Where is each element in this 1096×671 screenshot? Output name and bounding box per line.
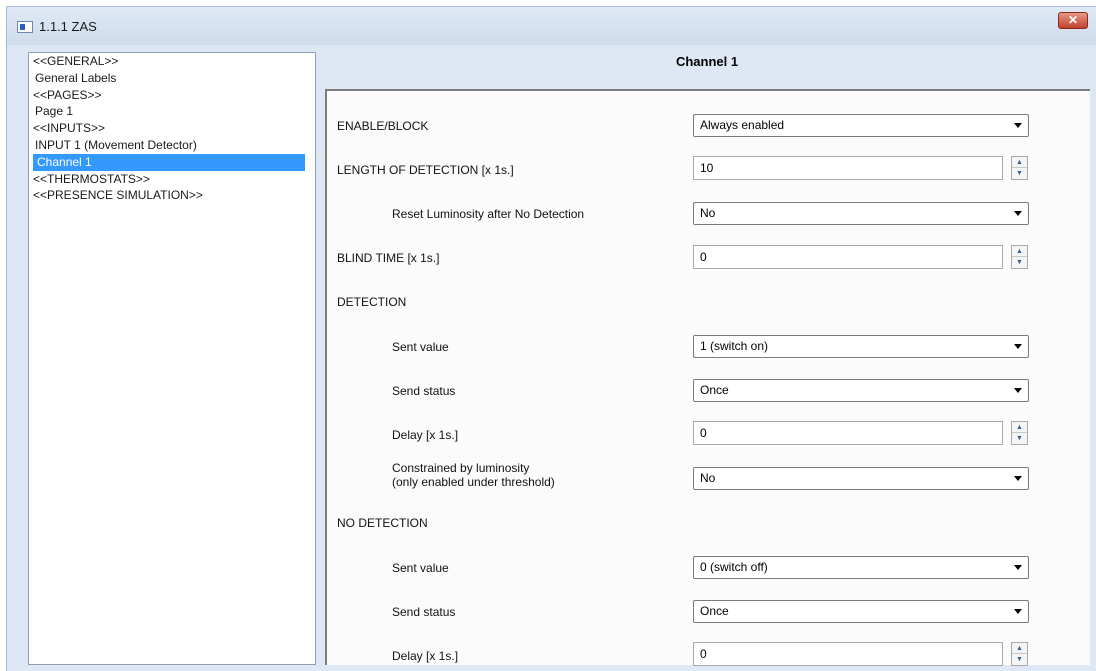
length-detection-spinner[interactable]: ▲ ▼ bbox=[1011, 156, 1028, 180]
spin-up-icon[interactable]: ▲ bbox=[1012, 157, 1027, 168]
no-detection-sent-value-label: Sent value bbox=[392, 561, 449, 575]
chevron-down-icon bbox=[1014, 476, 1022, 481]
no-detection-delay-spinner[interactable]: ▲ ▼ bbox=[1011, 642, 1028, 666]
no-detection-send-status-value: Once bbox=[700, 604, 729, 618]
no-detection-sent-value-select[interactable]: 0 (switch off) bbox=[693, 556, 1029, 579]
detection-sent-value-label: Sent value bbox=[392, 340, 449, 354]
reset-luminosity-value: No bbox=[700, 206, 716, 220]
app-window-icon bbox=[17, 21, 33, 33]
detection-sent-value-value: 1 (switch on) bbox=[700, 339, 769, 353]
length-detection-input[interactable]: 10 bbox=[693, 156, 1003, 180]
chevron-down-icon bbox=[1014, 123, 1022, 128]
spin-down-icon[interactable]: ▼ bbox=[1012, 257, 1027, 268]
page-title: Channel 1 bbox=[675, 54, 739, 69]
detection-delay-label: Delay [x 1s.] bbox=[392, 428, 459, 442]
spin-up-icon[interactable]: ▲ bbox=[1012, 246, 1027, 257]
detection-heading: DETECTION bbox=[337, 295, 407, 309]
navigation-tree: <<GENERAL>> General Labels <<PAGES>> Pag… bbox=[28, 52, 316, 665]
detection-send-status-select[interactable]: Once bbox=[693, 379, 1029, 402]
tree-item-general[interactable]: <<GENERAL>> bbox=[29, 53, 315, 70]
tree-item-general-labels[interactable]: General Labels bbox=[29, 70, 315, 87]
tree-item-page-1[interactable]: Page 1 bbox=[29, 103, 315, 120]
blind-time-input[interactable]: 0 bbox=[693, 245, 1003, 269]
chevron-down-icon bbox=[1014, 609, 1022, 614]
constrained-luminosity-value: No bbox=[700, 471, 716, 485]
close-button[interactable]: ✕ bbox=[1058, 12, 1088, 29]
no-detection-heading: NO DETECTION bbox=[337, 516, 428, 530]
no-detection-send-status-label: Send status bbox=[392, 605, 456, 619]
tree-item-pages[interactable]: <<PAGES>> bbox=[29, 87, 315, 104]
enable-block-label: ENABLE/BLOCK bbox=[337, 119, 429, 133]
constrained-luminosity-label: Constrained by luminosity (only enabled … bbox=[392, 461, 555, 489]
reset-luminosity-select[interactable]: No bbox=[693, 202, 1029, 225]
title-bar: 1.1.1 ZAS bbox=[7, 7, 1096, 45]
length-detection-label: LENGTH OF DETECTION [x 1s.] bbox=[337, 163, 514, 177]
blind-time-label: BLIND TIME [x 1s.] bbox=[337, 251, 440, 265]
constrained-luminosity-label-line2: (only enabled under threshold) bbox=[392, 475, 555, 489]
detection-send-status-value: Once bbox=[700, 383, 729, 397]
chevron-down-icon bbox=[1014, 344, 1022, 349]
no-detection-delay-label: Delay [x 1s.] bbox=[392, 649, 459, 663]
spin-down-icon[interactable]: ▼ bbox=[1012, 654, 1027, 665]
spin-up-icon[interactable]: ▲ bbox=[1012, 422, 1027, 433]
enable-block-value: Always enabled bbox=[700, 118, 785, 132]
constrained-luminosity-label-line1: Constrained by luminosity bbox=[392, 461, 530, 475]
tree-item-input-1[interactable]: INPUT 1 (Movement Detector) bbox=[29, 137, 315, 154]
detection-delay-input[interactable]: 0 bbox=[693, 421, 1003, 445]
tree-item-thermostats[interactable]: <<THERMOSTATS>> bbox=[29, 171, 315, 188]
detection-send-status-label: Send status bbox=[392, 384, 456, 398]
tree-item-channel-1[interactable]: Channel 1 bbox=[33, 153, 305, 171]
chevron-down-icon bbox=[1014, 565, 1022, 570]
reset-luminosity-label: Reset Luminosity after No Detection bbox=[392, 207, 585, 221]
spin-down-icon[interactable]: ▼ bbox=[1012, 168, 1027, 179]
window-title: 1.1.1 ZAS bbox=[39, 19, 97, 34]
tree-item-inputs[interactable]: <<INPUTS>> bbox=[29, 120, 315, 137]
constrained-luminosity-select[interactable]: No bbox=[693, 467, 1029, 490]
chevron-down-icon bbox=[1014, 211, 1022, 216]
no-detection-sent-value-value: 0 (switch off) bbox=[700, 560, 768, 574]
no-detection-delay-input[interactable]: 0 bbox=[693, 642, 1003, 666]
enable-block-select[interactable]: Always enabled bbox=[693, 114, 1029, 137]
tree-item-presence-simulation[interactable]: <<PRESENCE SIMULATION>> bbox=[29, 187, 315, 204]
spin-down-icon[interactable]: ▼ bbox=[1012, 433, 1027, 444]
detection-sent-value-select[interactable]: 1 (switch on) bbox=[693, 335, 1029, 358]
blind-time-spinner[interactable]: ▲ ▼ bbox=[1011, 245, 1028, 269]
detection-delay-spinner[interactable]: ▲ ▼ bbox=[1011, 421, 1028, 445]
chevron-down-icon bbox=[1014, 388, 1022, 393]
spin-up-icon[interactable]: ▲ bbox=[1012, 643, 1027, 654]
no-detection-send-status-select[interactable]: Once bbox=[693, 600, 1029, 623]
